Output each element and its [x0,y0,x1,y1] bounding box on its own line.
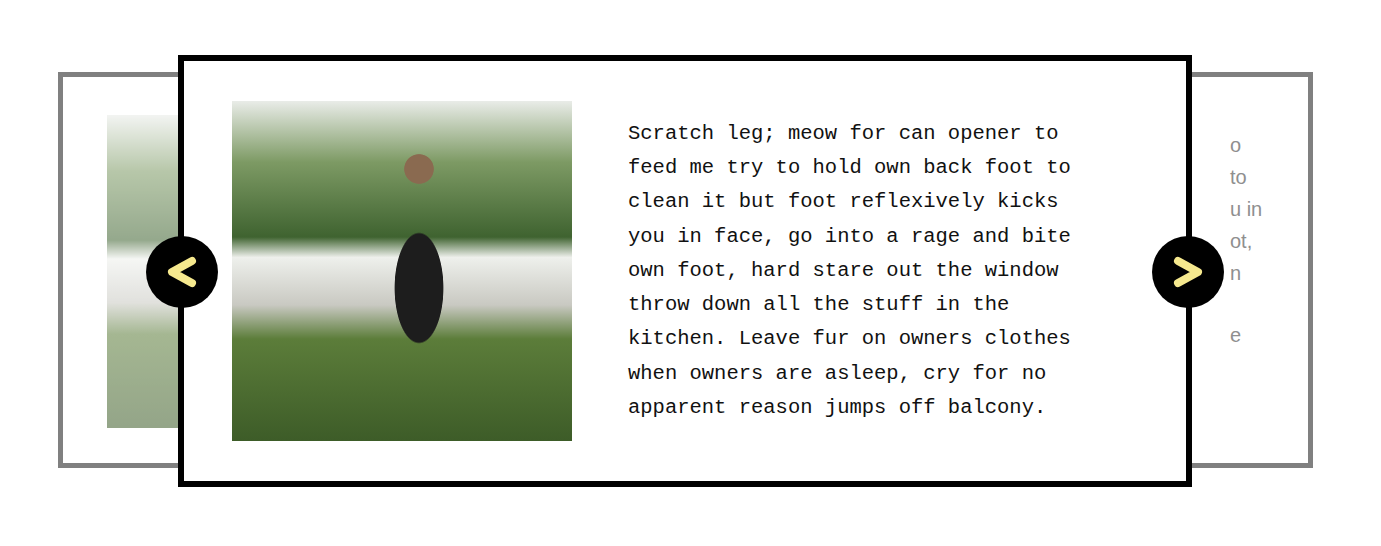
chevron-right-icon [1168,252,1208,292]
testimonial-quote: Scratch leg; meow for can opener to feed… [628,117,1098,425]
quote-fragment: n [1230,257,1262,289]
quote-fragment: e [1230,319,1262,351]
testimonial-carousel: otou inot,ne Scratch leg; meow for can o… [0,0,1381,546]
current-card: Scratch leg; meow for can opener to feed… [178,55,1192,487]
quote-fragment: o [1230,129,1262,161]
quote-fragment: ot, [1230,225,1262,257]
chevron-left-icon [162,252,202,292]
next-button[interactable] [1152,236,1224,308]
next-quote: otou inot,ne [1230,129,1262,351]
previous-button[interactable] [146,236,218,308]
quote-fragment: u in [1230,193,1262,225]
testimonial-photo [232,101,572,441]
quote-fragment: to [1230,161,1262,193]
